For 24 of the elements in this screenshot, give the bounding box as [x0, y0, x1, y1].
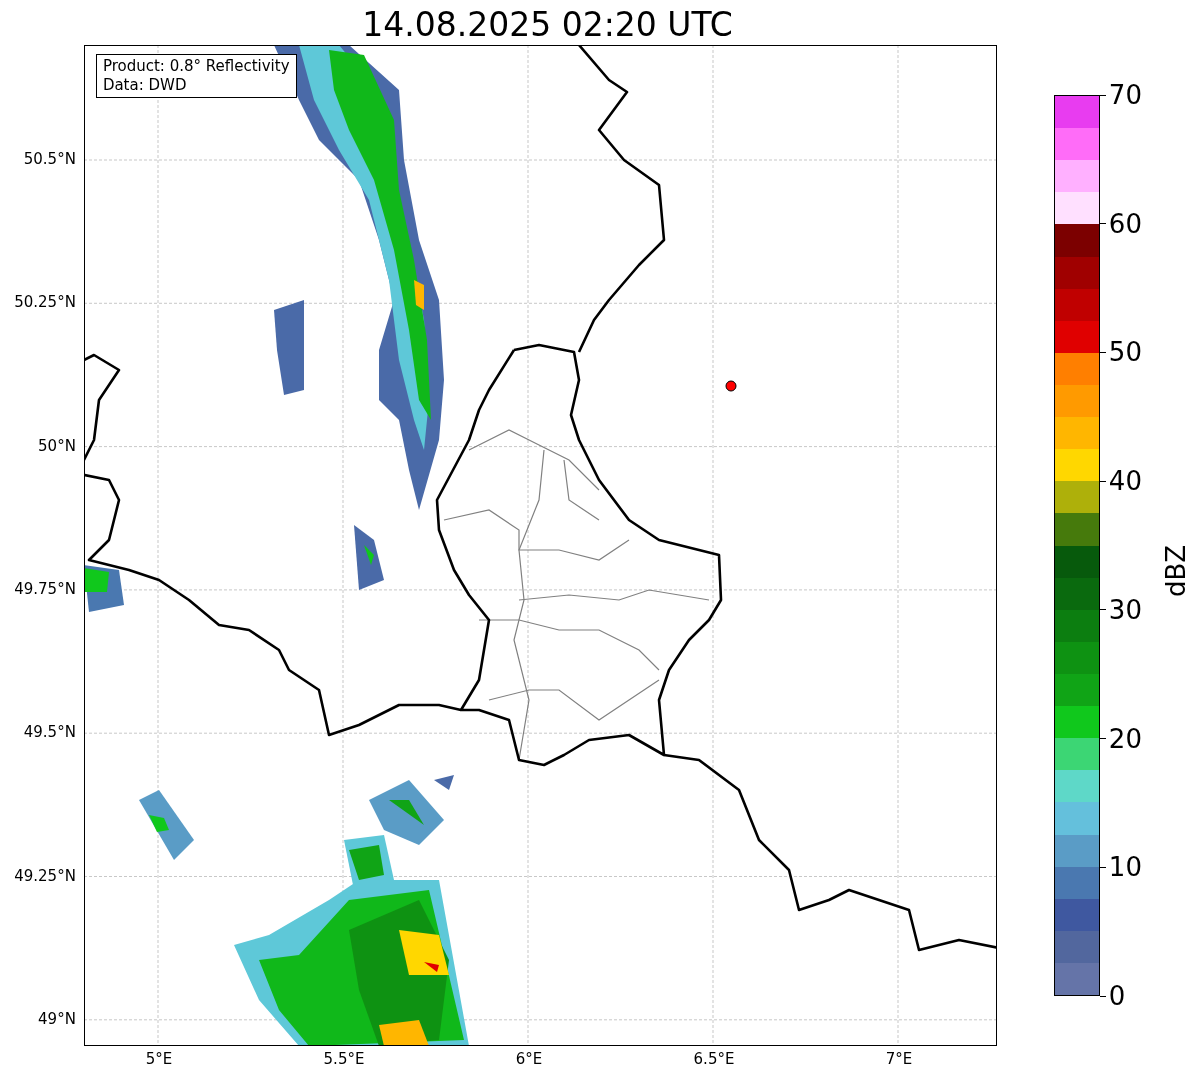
legend-text: Data: DWD	[102, 76, 188, 95]
colorbar-tick-label: 40	[1108, 467, 1142, 496]
colorbar-tick-label: 30	[1108, 595, 1142, 624]
legend-text: Product: 0.8° Reflectivity	[102, 57, 290, 76]
colorbar-axis-label: dBZ	[1162, 544, 1189, 597]
colorbar-tick-label: 20	[1108, 724, 1142, 753]
longitude-tick-label: 6.5°E	[693, 1052, 735, 1067]
latitude-tick-label: 49°N	[38, 1011, 76, 1027]
longitude-tick-label: 5°E	[145, 1052, 173, 1067]
chart-title: 14.08.2025 02:20 UTC	[362, 4, 733, 41]
latitude-tick-label: 50.25°N	[14, 295, 76, 311]
colorbar-tick-label: 70	[1108, 81, 1142, 109]
latitude-tick-label: 49.25°N	[14, 868, 76, 884]
colorbar-tick-label: 50	[1108, 338, 1142, 367]
longitude-tick-label: 7°E	[885, 1052, 913, 1067]
latitude-tick-label: 50°N	[38, 438, 76, 454]
longitude-tick-label: 6°E	[515, 1052, 543, 1067]
colorbar-tick-label: 60	[1108, 209, 1142, 238]
latitude-tick-label: 49.5°N	[23, 725, 76, 741]
latitude-tick-label: 50.5°N	[23, 152, 76, 167]
longitude-tick-label: 5.5°E	[323, 1052, 365, 1067]
latitude-tick-label: 49.75°N	[14, 581, 76, 597]
colorbar-tick-label: 0	[1108, 982, 1126, 1010]
colorbar-tick-label: 10	[1108, 853, 1142, 882]
